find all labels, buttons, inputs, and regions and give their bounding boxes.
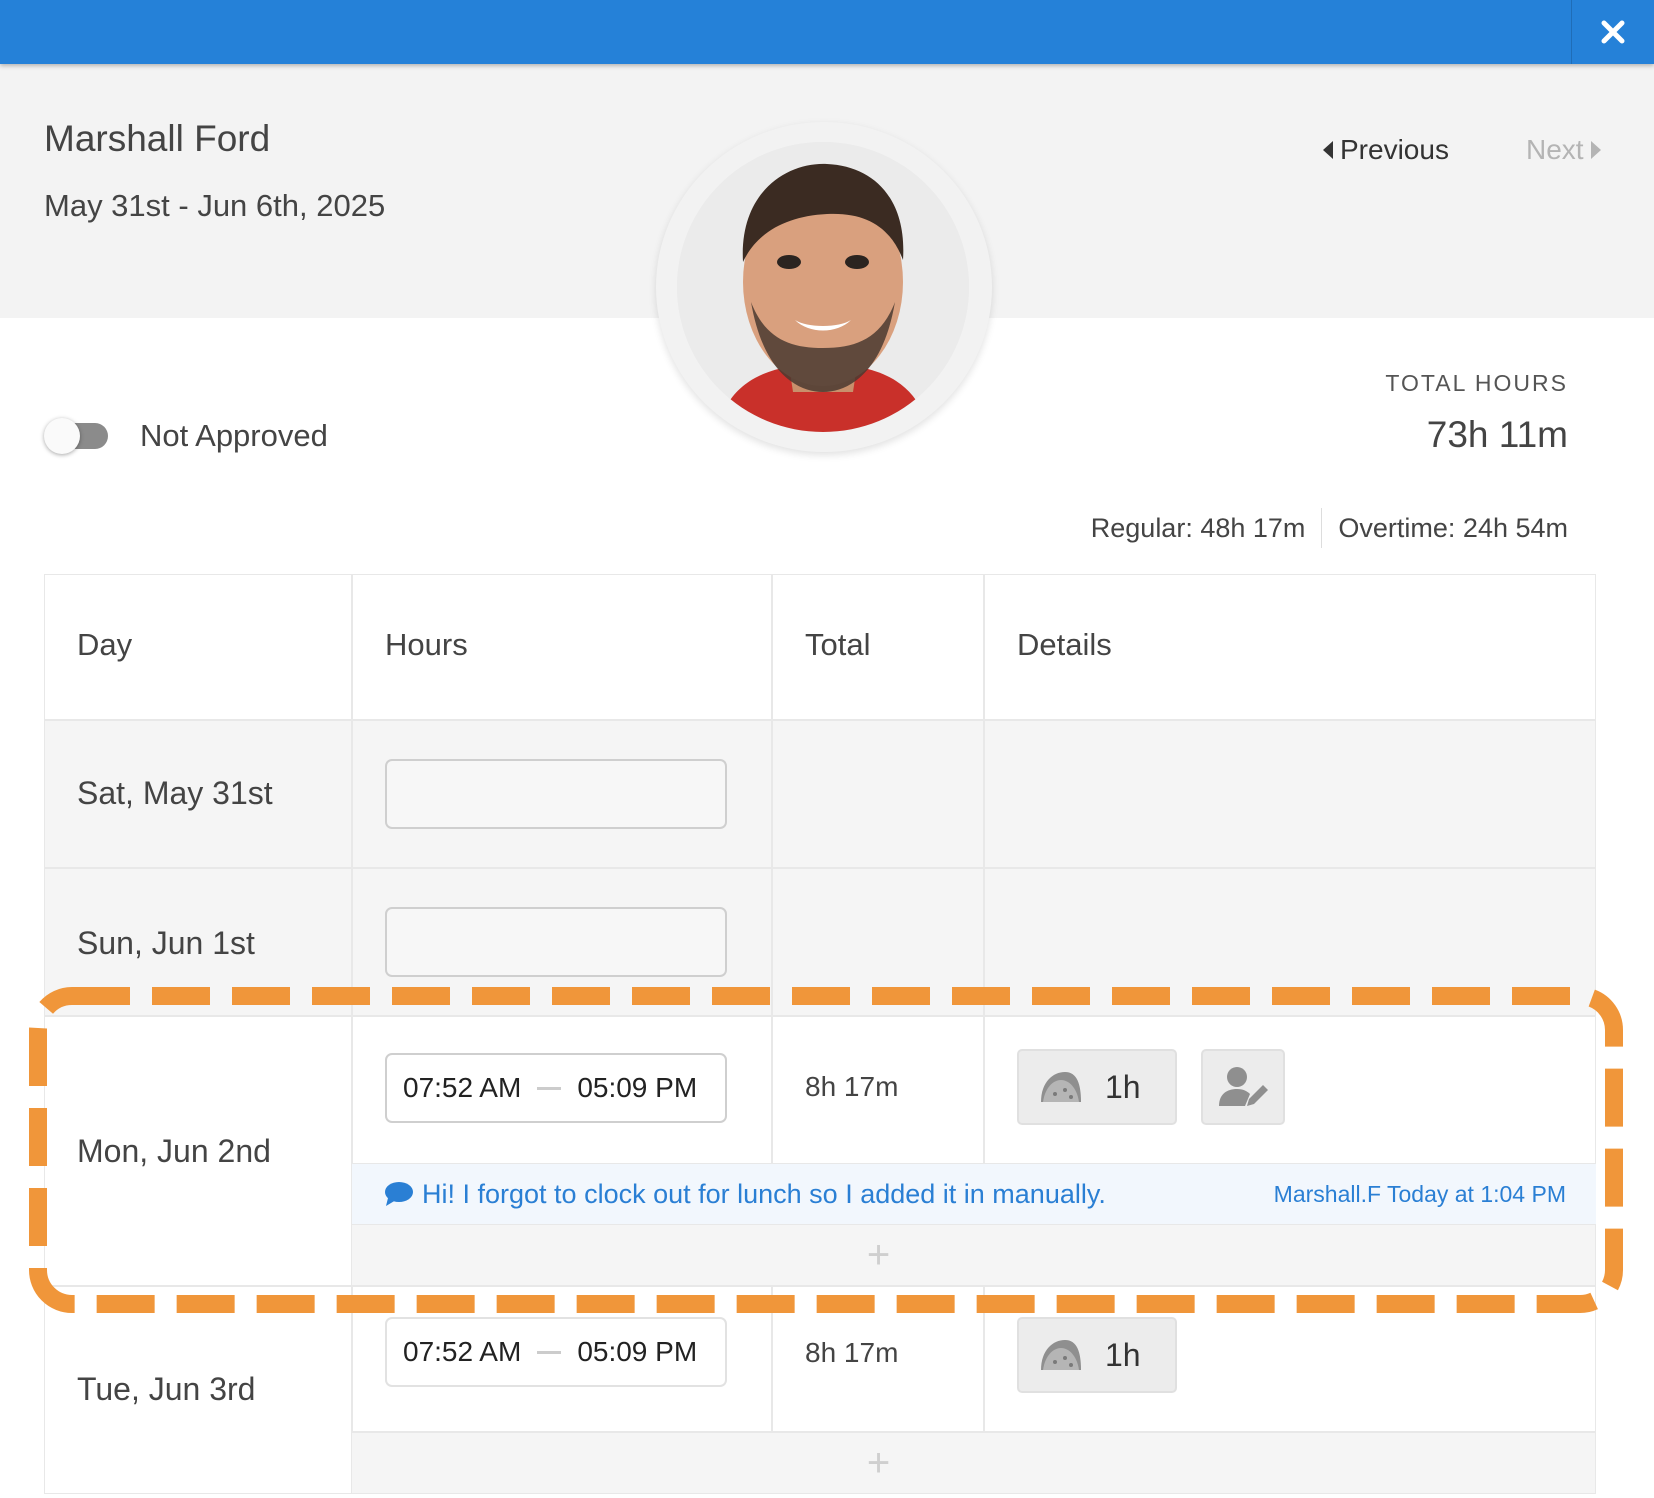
table-header-row: Day Hours Total Details [44,574,1596,720]
timesheet-table: Day Hours Total Details Sat, May 31st Su… [44,574,1596,1494]
note-author-time: Marshall.F Today at 1:04 PM [1273,1180,1566,1207]
avatar [677,142,969,432]
end-time: 05:09 PM [577,1336,698,1367]
manual-edit-button[interactable] [1201,1049,1285,1125]
top-bar [0,0,1654,64]
table-row: Tue, Jun 3rd 07:52 AM 05:09 PM 8h 17m 1h [44,1286,1596,1494]
plus-icon: + [866,1440,891,1485]
table-row: Mon, Jun 2nd 07:52 AM 05:09 PM 8h 17m 1h [44,1016,1596,1286]
taco-icon [1041,1072,1081,1102]
previous-button[interactable]: Previous [1322,134,1449,166]
date-range: May 31st - Jun 6th, 2025 [44,188,386,223]
taco-icon [1041,1340,1081,1370]
start-time: 07:52 AM [403,1072,522,1103]
day-total: 8h 17m [805,1337,899,1368]
overtime-hours: Overtime: 24h 54m [1338,512,1568,543]
chat-bubble-icon [385,1182,413,1206]
avatar-frame [656,122,992,452]
day-label: Sat, May 31st [77,775,273,811]
table-row: Sun, Jun 1st [44,868,1596,1016]
close-icon [1601,20,1625,44]
chevron-left-icon [1323,141,1333,159]
break-duration: 1h [1105,1068,1141,1105]
toggle-knob [44,418,80,454]
regular-hours: Regular: 48h 17m [1090,512,1306,543]
time-range-input[interactable]: 07:52 AM 05:09 PM [385,1317,727,1387]
time-separator [537,1086,562,1090]
note-row: Hi! I forgot to clock out for lunch so I… [352,1164,1596,1224]
add-entry-button[interactable]: + [352,1224,1596,1286]
column-header-hours: Hours [352,574,772,720]
approval-toggle[interactable] [44,418,110,456]
employee-name: Marshall Ford [44,118,271,159]
total-hours-value: 73h 11m [1426,414,1568,455]
total-hours-label: TOTAL HOURS [1385,370,1568,396]
plus-icon: + [866,1232,891,1277]
avatar-photo [677,142,969,432]
close-button[interactable] [1571,0,1654,64]
end-time: 05:09 PM [577,1072,698,1103]
approval-status-label: Not Approved [140,418,328,453]
break-chip[interactable]: 1h [1017,1317,1177,1393]
hours-input[interactable] [385,759,727,829]
day-total: 8h 17m [805,1071,899,1102]
time-range-input[interactable]: 07:52 AM 05:09 PM [385,1053,727,1123]
hours-breakdown: Regular: 48h 17m Overtime: 24h 54m [1091,508,1568,548]
start-time: 07:52 AM [403,1336,522,1367]
user-edit-icon [1219,1067,1268,1106]
day-label: Tue, Jun 3rd [77,1371,256,1407]
column-header-day: Day [44,574,352,720]
next-button[interactable]: Next [1526,134,1602,166]
table-row: Sat, May 31st [44,720,1596,868]
day-label: Mon, Jun 2nd [77,1133,271,1169]
breakdown-divider [1321,508,1323,548]
previous-label: Previous [1340,134,1449,165]
day-label: Sun, Jun 1st [77,925,255,961]
chevron-right-icon [1590,141,1601,159]
hours-input[interactable] [385,907,727,977]
note-text: Hi! I forgot to clock out for lunch so I… [422,1178,1106,1209]
break-chip[interactable]: 1h [1017,1049,1177,1125]
time-separator [537,1350,562,1354]
timesheet-body: Not Approved TOTAL HOURS 73h 11m Regular… [0,318,1644,1498]
break-duration: 1h [1105,1336,1141,1373]
column-header-total: Total [772,574,984,720]
column-header-details: Details [984,574,1596,720]
add-entry-button[interactable]: + [352,1432,1596,1494]
next-label: Next [1526,134,1584,165]
